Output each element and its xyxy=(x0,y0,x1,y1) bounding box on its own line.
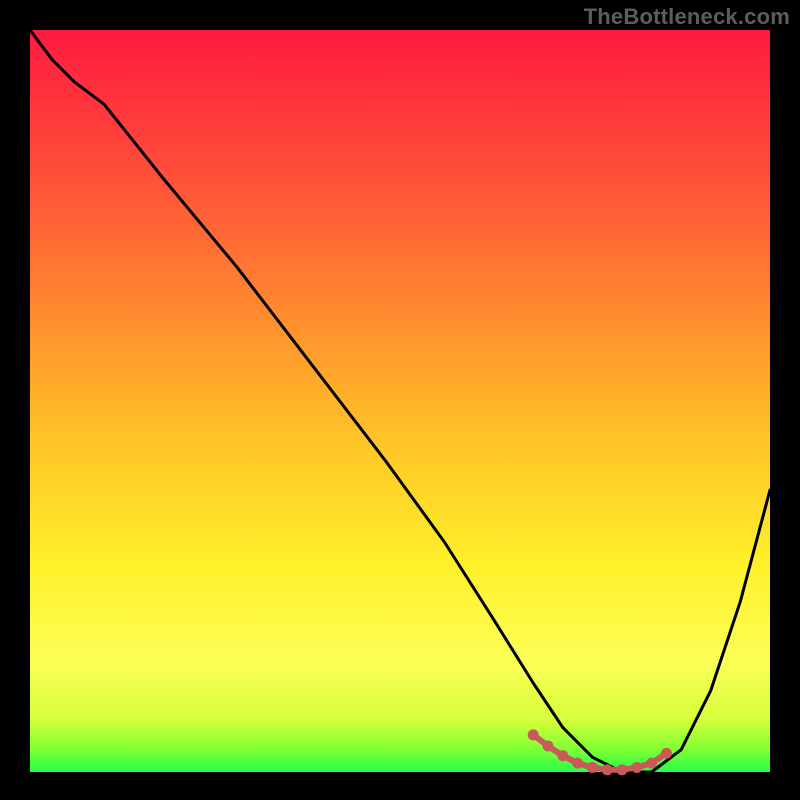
watermark-text: TheBottleneck.com xyxy=(584,4,790,30)
plot-background xyxy=(30,30,770,772)
bottleneck-chart xyxy=(0,0,800,800)
chart-stage: { "watermark": "TheBottleneck.com", "col… xyxy=(0,0,800,800)
